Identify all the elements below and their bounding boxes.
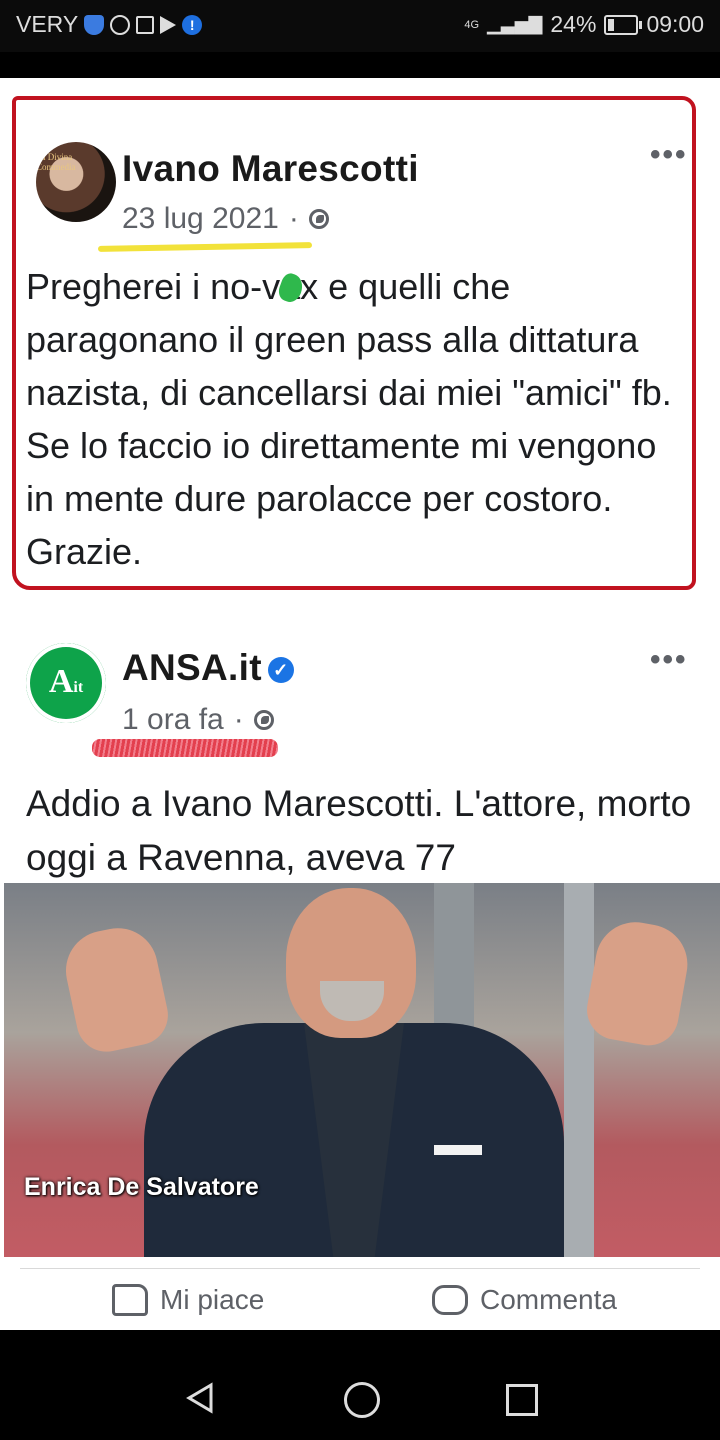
facebook-icon (136, 15, 155, 34)
meta-separator: · (288, 202, 299, 235)
raised-hand-right (582, 915, 694, 1051)
like-button[interactable]: Mi piace (112, 1284, 264, 1316)
like-label: Mi piace (160, 1284, 265, 1315)
divider (20, 1268, 700, 1269)
post-photo[interactable]: Enrica De Salvatore (4, 883, 720, 1257)
globe-icon (253, 710, 274, 730)
carrier-label: VERY (16, 11, 79, 37)
red-underline-scribble (92, 739, 278, 757)
recents-icon[interactable] (506, 1384, 538, 1416)
post-meta: 1 ora fa · (122, 703, 274, 737)
back-icon[interactable] (186, 1382, 214, 1414)
navigation-bar (0, 1330, 720, 1440)
feed-content: La Divina Commedia Ivano Marescotti 23 l… (0, 78, 720, 1330)
comment-button[interactable]: Commenta (432, 1284, 617, 1316)
meta-separator: · (233, 703, 244, 736)
battery-percent: 24% (550, 11, 597, 37)
avatar-text: A (48, 663, 74, 700)
signal-label: 4G (464, 18, 480, 31)
avatar[interactable]: Ait (26, 643, 106, 723)
post-author-label: ANSA.it (122, 647, 262, 688)
whatsapp-icon (110, 14, 131, 35)
battery-icon (604, 14, 643, 35)
more-options-icon[interactable]: ••• (650, 138, 688, 172)
action-bar: Mi piace Commenta (0, 1276, 720, 1330)
play-icon (160, 15, 177, 34)
raised-hand-left (58, 920, 174, 1058)
more-options-icon[interactable]: ••• (650, 643, 688, 677)
post-date[interactable]: 23 lug 2021 (122, 202, 279, 236)
clock: 09:00 (646, 11, 704, 37)
avatar[interactable]: La Divina Commedia (36, 142, 116, 222)
globe-icon (308, 209, 329, 229)
verified-badge-icon: ✓ (267, 657, 294, 684)
status-bar: VERY ! 4G ▁▃▅▇ 24% 09:00 (0, 0, 720, 52)
post-author[interactable]: ANSA.it ✓ (122, 647, 294, 689)
thumbs-up-icon (112, 1284, 148, 1316)
comment-label: Commenta (480, 1284, 617, 1315)
signal-bars-icon: ▁▃▅▇ (487, 14, 543, 34)
post-marescotti: La Divina Commedia Ivano Marescotti 23 l… (12, 96, 696, 590)
post-text: Pregherei i no-vax e quelli che paragona… (26, 266, 672, 572)
avatar-subtext: it (73, 679, 84, 696)
home-icon[interactable] (344, 1382, 380, 1418)
post-author[interactable]: Ivano Marescotti (122, 148, 419, 190)
shield-icon (84, 14, 105, 35)
notification-icon: ! (182, 14, 203, 35)
comment-icon (432, 1285, 468, 1315)
post-text: Addio a Ivano Marescotti. L'attore, mort… (26, 783, 692, 878)
post-time[interactable]: 1 ora fa (122, 703, 224, 737)
post-meta: 23 lug 2021 · (122, 202, 329, 236)
avatar-text: La Divina Commedia (36, 152, 76, 172)
photo-caption: Enrica De Salvatore (24, 1173, 259, 1201)
